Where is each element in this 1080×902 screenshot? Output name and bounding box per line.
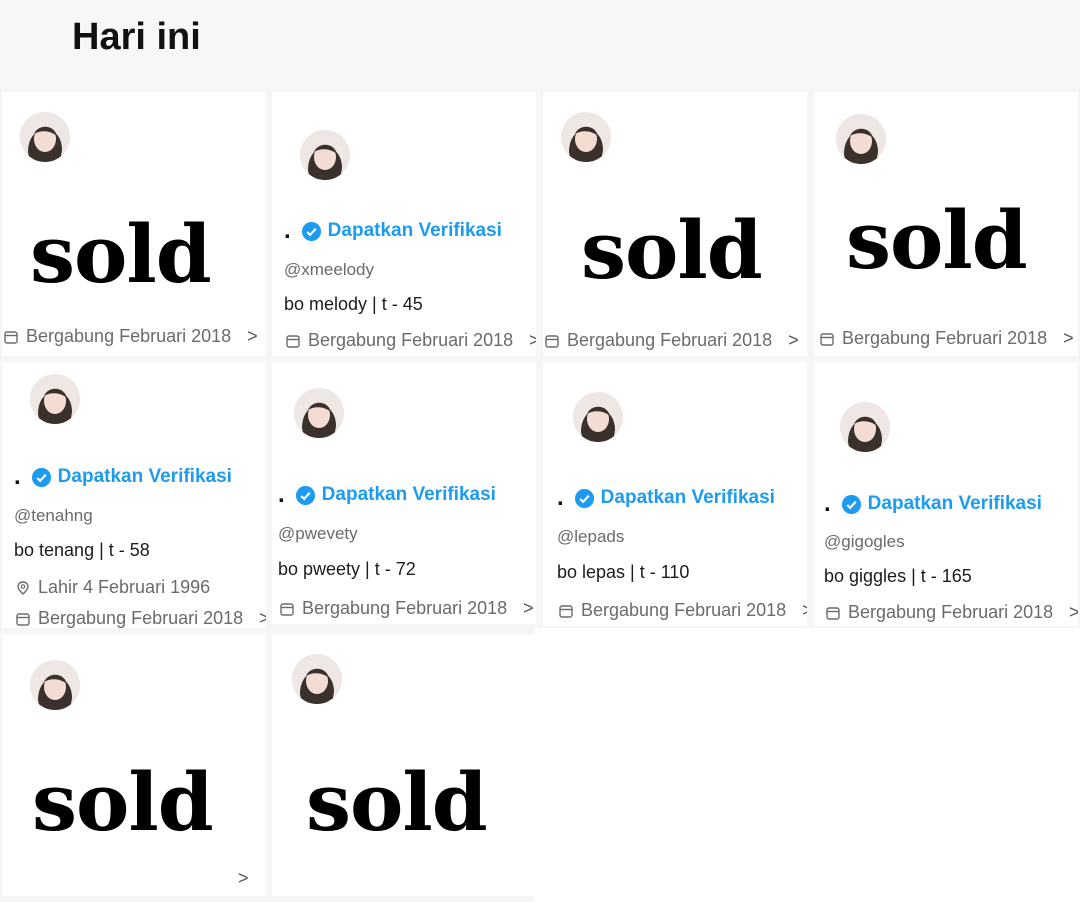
display-name-row: . Dapatkan Verifikasi (14, 463, 232, 490)
sold-overlay: sold (814, 178, 1078, 302)
display-name: . (278, 481, 285, 508)
avatar (20, 112, 70, 162)
sold-label: sold (581, 203, 763, 297)
calendar-icon (4, 330, 18, 344)
joined-date: Bergabung Februari 2018 > (4, 326, 258, 347)
display-name-row: . Dapatkan Verifikasi (824, 490, 1042, 517)
sold-overlay: sold (2, 188, 266, 318)
calendar-icon (286, 334, 300, 348)
calendar-icon (16, 612, 30, 626)
avatar (836, 114, 886, 164)
bio: bo pweety | t - 72 (278, 559, 416, 579)
username: @xmeelody (284, 260, 375, 279)
profile-card-4[interactable]: sold Bergabung Februari 2018 > (814, 92, 1078, 356)
chevron-right-icon[interactable]: > (788, 330, 799, 351)
avatar (840, 402, 890, 452)
calendar-icon (545, 334, 559, 348)
sold-overlay: sold (272, 746, 534, 862)
verified-badge-icon (31, 467, 51, 487)
chevron-right-icon[interactable]: > (802, 600, 807, 621)
sold-label: sold (846, 193, 1028, 287)
avatar (30, 660, 80, 710)
get-verified-link[interactable]: Dapatkan Verifikasi (868, 493, 1042, 515)
avatar (292, 654, 342, 704)
profile-card-8[interactable]: . Dapatkan Verifikasi @gigogles bo giggl… (814, 362, 1078, 626)
page-title: Hari ini (72, 16, 201, 58)
display-name: . (557, 484, 564, 511)
chevron-right-icon[interactable]: > (238, 868, 249, 889)
display-name: . (824, 490, 831, 517)
get-verified-link[interactable]: Dapatkan Verifikasi (322, 484, 496, 506)
display-name-row: . Dapatkan Verifikasi (557, 484, 775, 511)
display-name-row: . Dapatkan Verifikasi (278, 481, 496, 508)
chevron-right-icon[interactable]: > (1063, 328, 1074, 349)
header: Hari ini (0, 0, 1080, 88)
joined-date: Bergabung Februari 2018 > (545, 330, 799, 351)
joined-date: Bergabung Februari 2018 > (820, 328, 1074, 349)
joined-date: Bergabung Februari 2018 > (286, 330, 536, 351)
chevron-right-icon[interactable]: > (523, 598, 534, 619)
username: @tenahng (14, 506, 93, 525)
verified-badge-icon (574, 488, 594, 508)
calendar-icon (559, 604, 573, 618)
chevron-right-icon[interactable]: > (259, 608, 266, 628)
profile-card-5[interactable]: . Dapatkan Verifikasi @tenahng bo tenang… (2, 362, 266, 628)
empty-area (534, 628, 1080, 902)
profile-card-1[interactable]: sold Bergabung Februari 2018 > (2, 92, 266, 356)
calendar-icon (280, 602, 294, 616)
profile-card-7[interactable]: . Dapatkan Verifikasi @lepads bo lepas |… (543, 362, 807, 626)
profile-card-3[interactable]: sold Bergabung Februari 2018 > (543, 92, 807, 356)
verified-badge-icon (841, 494, 861, 514)
username: @lepads (557, 527, 625, 546)
calendar-icon (820, 332, 834, 346)
sold-overlay: sold (547, 178, 807, 306)
joined-date: Bergabung Februari 2018 > (280, 598, 534, 619)
display-name-row: . Dapatkan Verifikasi (284, 217, 502, 244)
verified-badge-icon (295, 485, 315, 505)
username: @pwevety (278, 524, 358, 543)
joined-date: Bergabung Februari 2018 > (559, 600, 807, 621)
username: @gigogles (824, 532, 905, 551)
profile-card-10[interactable]: sold (272, 634, 534, 896)
sold-label: sold (32, 755, 214, 849)
profile-card-6[interactable]: . Dapatkan Verifikasi @pwevety bo pweety… (272, 362, 536, 624)
verified-badge-icon (301, 221, 321, 241)
get-verified-link[interactable]: Dapatkan Verifikasi (601, 487, 775, 509)
profile-card-2[interactable]: . Dapatkan Verifikasi @xmeelody bo melod… (272, 92, 536, 356)
birth-date: Lahir 4 Februari 1996 (16, 577, 210, 598)
avatar (30, 374, 80, 424)
get-verified-link[interactable]: Dapatkan Verifikasi (58, 466, 232, 488)
chevron-right-icon[interactable]: > (247, 326, 258, 347)
display-name: . (284, 217, 291, 244)
bio: bo giggles | t - 165 (824, 566, 972, 586)
joined-date: > (230, 868, 249, 889)
location-icon (17, 580, 29, 595)
display-name: . (14, 463, 21, 490)
bio: bo melody | t - 45 (284, 294, 423, 314)
calendar-icon (826, 606, 840, 620)
chevron-right-icon[interactable]: > (529, 330, 536, 351)
joined-date: Bergabung Februari 2018 > (826, 602, 1078, 623)
avatar (573, 392, 623, 442)
profile-card-9[interactable]: sold > (2, 634, 266, 896)
bio: bo lepas | t - 110 (557, 562, 690, 582)
sold-label: sold (306, 755, 488, 849)
joined-date: Bergabung Februari 2018 > (16, 608, 266, 628)
avatar (300, 130, 350, 180)
bio: bo tenang | t - 58 (14, 540, 150, 560)
sold-label: sold (30, 207, 212, 301)
avatar (294, 388, 344, 438)
chevron-right-icon[interactable]: > (1069, 602, 1078, 623)
sold-overlay: sold (2, 746, 266, 862)
get-verified-link[interactable]: Dapatkan Verifikasi (328, 220, 502, 242)
avatar (561, 112, 611, 162)
